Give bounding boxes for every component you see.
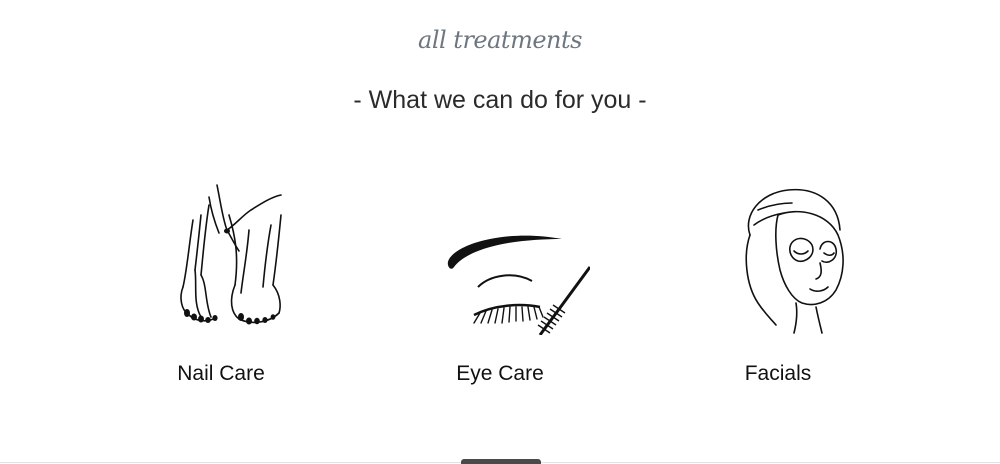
- nail-care-illustration-icon: [180, 184, 282, 325]
- footer-handle-tab[interactable]: [461, 459, 541, 464]
- treatment-card-eye-care[interactable]: Eye Care: [390, 175, 610, 405]
- treatments-section: all treatments - What we can do for you …: [0, 0, 1000, 464]
- section-eyebrow: all treatments: [418, 26, 582, 54]
- treatment-card-nail-care[interactable]: Nail Care: [111, 175, 331, 405]
- treatment-label: Facials: [744, 362, 812, 385]
- eye-care-illustration-icon: [447, 235, 590, 335]
- treatment-label: Nail Care: [177, 362, 265, 385]
- section-headline: - What we can do for you -: [353, 86, 647, 114]
- treatment-label: Eye Care: [456, 362, 544, 385]
- facial-mask-illustration-icon: [745, 188, 844, 334]
- treatment-cards: Nail Care Eye Care Facials: [0, 175, 1000, 405]
- treatment-card-facials[interactable]: Facials: [668, 175, 888, 405]
